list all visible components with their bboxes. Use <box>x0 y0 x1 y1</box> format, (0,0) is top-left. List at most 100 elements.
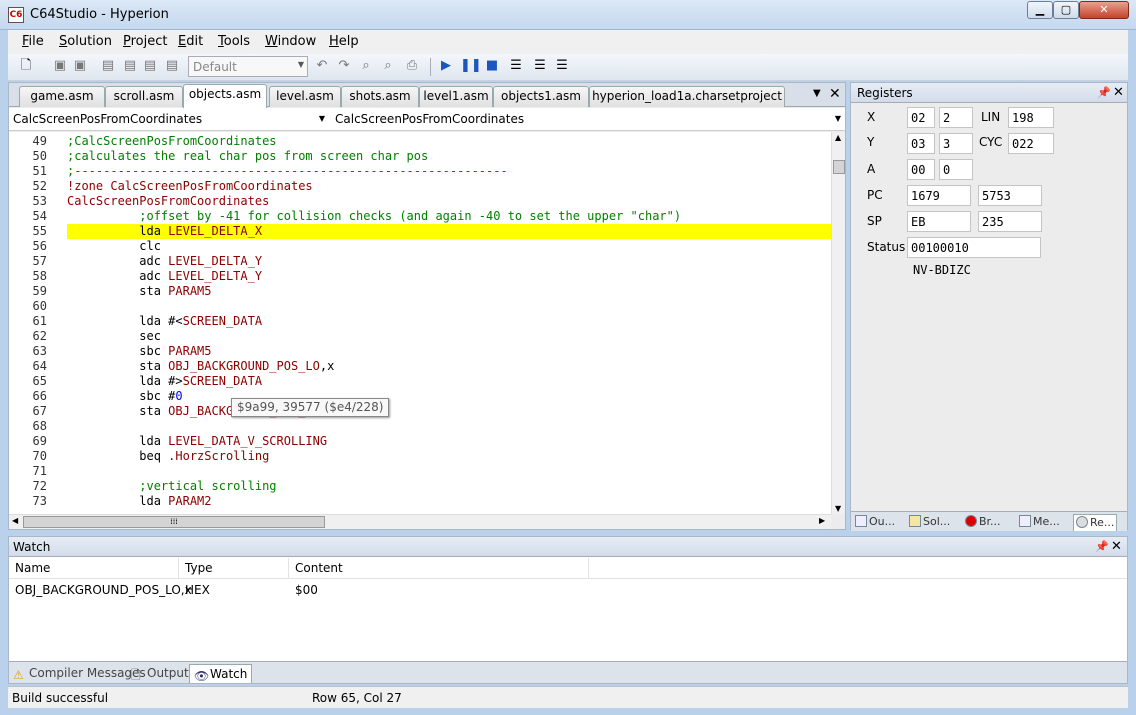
reg-a-dec[interactable]: 0 <box>939 159 973 180</box>
code-line[interactable]: 60 <box>9 299 831 314</box>
scroll-up-icon[interactable]: ▲ <box>835 133 841 142</box>
save-all-icon[interactable]: ▣ <box>72 58 88 74</box>
column-content[interactable]: Content <box>289 558 589 579</box>
code-line[interactable]: 54 ;offset by -41 for collision checks (… <box>9 209 831 224</box>
reg-cyc[interactable]: 022 <box>1008 133 1054 154</box>
tab-charsetproject[interactable]: hyperion_load1a.charsetproject <box>589 86 785 107</box>
close-tab-icon[interactable]: ✕ <box>829 86 841 102</box>
undo-icon[interactable]: ↶ <box>314 58 330 74</box>
code-line-current[interactable]: 55 lda LEVEL_DELTA_X <box>9 224 831 239</box>
tab-solution[interactable]: Sol... <box>907 514 952 531</box>
run-icon[interactable]: ▤ <box>164 58 180 74</box>
close-window-button[interactable]: ✕ <box>1079 1 1129 19</box>
zone-dropdown[interactable]: CalcScreenPosFromCoordinates ▼ <box>9 110 329 129</box>
code-line[interactable]: 63 sbc PARAM5 <box>9 344 831 359</box>
tab-level-asm[interactable]: level.asm <box>269 86 341 107</box>
tab-outline[interactable]: Ou... <box>853 514 897 531</box>
reg-pc-dec[interactable]: 5753 <box>978 185 1042 206</box>
code-line[interactable]: 69 lda LEVEL_DATA_V_SCROLLING <box>9 434 831 449</box>
tab-shots-asm[interactable]: shots.asm <box>341 86 419 107</box>
code-line[interactable]: 64 sta OBJ_BACKGROUND_POS_LO,x <box>9 359 831 374</box>
code-line[interactable]: 67 sta OBJ_BACKGROUND_POS_HI,x <box>9 404 831 419</box>
menu-solution[interactable]: Solution <box>59 34 112 49</box>
tab-output[interactable]: 🗋 Output <box>127 664 193 683</box>
horizontal-scrollbar[interactable]: ◀ ⁞⁞⁞ ▶ <box>9 514 831 529</box>
minimize-button[interactable]: ▁ <box>1027 1 1053 19</box>
pin-icon[interactable]: 📌 <box>1095 540 1109 553</box>
code-line[interactable]: 70 beq .HorzScrolling <box>9 449 831 464</box>
step-out-icon[interactable]: ☰ <box>554 58 570 74</box>
vertical-scroll-thumb[interactable] <box>833 160 845 174</box>
reg-a-hex[interactable]: 00 <box>907 159 935 180</box>
new-file-icon[interactable]: 🗋 <box>18 58 34 74</box>
code-line[interactable]: 51 ;-------------------------------------… <box>9 164 831 179</box>
reg-lin[interactable]: 198 <box>1008 107 1054 128</box>
configuration-dropdown[interactable]: Default ▼ <box>188 56 308 77</box>
close-panel-icon[interactable]: ✕ <box>1113 85 1124 100</box>
rebuild-icon[interactable]: ▤ <box>142 58 158 74</box>
code-line[interactable]: 57 adc LEVEL_DELTA_Y <box>9 254 831 269</box>
tab-registers[interactable]: Re... <box>1073 514 1118 531</box>
step-into-icon[interactable]: ☰ <box>508 58 524 74</box>
tab-breakpoints[interactable]: Br... <box>963 514 1003 531</box>
scroll-right-icon[interactable]: ▶ <box>819 516 825 525</box>
pause-icon[interactable]: ❚❚ <box>460 58 482 74</box>
tab-level1-asm[interactable]: level1.asm <box>419 86 493 107</box>
column-name[interactable]: Name <box>9 558 179 579</box>
compile-icon[interactable]: ▤ <box>122 58 138 74</box>
tab-memory[interactable]: Me... <box>1017 514 1062 531</box>
close-panel-icon[interactable]: ✕ <box>1111 539 1122 554</box>
reg-pc-hex[interactable]: 1679 <box>907 185 971 206</box>
tab-scroll-asm[interactable]: scroll.asm <box>105 86 183 107</box>
menu-edit[interactable]: Edit <box>178 34 203 49</box>
find-icon[interactable]: ⌕ <box>358 58 374 74</box>
redo-icon[interactable]: ↷ <box>336 58 352 74</box>
maximize-button[interactable]: ▢ <box>1053 1 1079 19</box>
menu-file[interactable]: File <box>22 34 44 49</box>
code-line[interactable]: 68 <box>9 419 831 434</box>
reg-sp-dec[interactable]: 235 <box>978 211 1042 232</box>
tab-watch[interactable]: 👁Watch <box>189 664 253 683</box>
tab-game-asm[interactable]: game.asm <box>19 86 105 107</box>
reg-x-dec[interactable]: 2 <box>939 107 973 128</box>
code-line[interactable]: 59 sta PARAM5 <box>9 284 831 299</box>
print-icon[interactable]: ⎙ <box>404 58 420 74</box>
code-line[interactable]: 56 clc <box>9 239 831 254</box>
menu-tools[interactable]: Tools <box>218 34 250 49</box>
code-line[interactable]: 73 lda PARAM2 <box>9 494 831 509</box>
code-line[interactable]: 50 ;calculates the real char pos from scr… <box>9 149 831 164</box>
code-line[interactable]: 66 sbc #0 <box>9 389 831 404</box>
reg-sp-hex[interactable]: EB <box>907 211 971 232</box>
vertical-scrollbar[interactable]: ▲ ▼ <box>831 132 845 514</box>
reg-y-dec[interactable]: 3 <box>939 133 973 154</box>
code-line[interactable]: 72 ;vertical scrolling <box>9 479 831 494</box>
tab-objects1-asm[interactable]: objects1.asm <box>493 86 589 107</box>
column-type[interactable]: Type <box>179 558 289 579</box>
code-line[interactable]: 71 <box>9 464 831 479</box>
scroll-down-icon[interactable]: ▼ <box>835 504 841 513</box>
code-line[interactable]: 61 lda #<SCREEN_DATA <box>9 314 831 329</box>
code-line[interactable]: 65 lda #>SCREEN_DATA <box>9 374 831 389</box>
save-icon[interactable]: ▣ <box>52 58 68 74</box>
reg-status[interactable]: 00100010 <box>907 237 1041 258</box>
stop-icon[interactable]: ■ <box>484 58 500 74</box>
label-dropdown[interactable]: CalcScreenPosFromCoordinates ▼ <box>331 110 845 129</box>
menu-window[interactable]: Window <box>265 34 316 49</box>
tab-objects-asm[interactable]: objects.asm <box>183 84 267 108</box>
code-line[interactable]: 53 CalcScreenPosFromCoordinates <box>9 194 831 209</box>
find-replace-icon[interactable]: ⌕ <box>380 58 396 74</box>
step-over-icon[interactable]: ☰ <box>532 58 548 74</box>
code-editor[interactable]: 49 ;CalcScreenPosFromCoordinates 50 ;calcul… <box>9 132 845 514</box>
tab-list-icon[interactable]: ▼ <box>813 88 821 99</box>
reg-x-hex[interactable]: 02 <box>907 107 935 128</box>
scroll-left-icon[interactable]: ◀ <box>12 516 18 525</box>
reg-y-hex[interactable]: 03 <box>907 133 935 154</box>
build-icon[interactable]: ▤ <box>100 58 116 74</box>
menu-project[interactable]: Project <box>123 34 168 49</box>
code-line[interactable]: 58 adc LEVEL_DELTA_Y <box>9 269 831 284</box>
debug-run-icon[interactable]: ▶ <box>438 58 454 74</box>
code-line[interactable]: 52 !zone CalcScreenPosFromCoordinates <box>9 179 831 194</box>
code-line[interactable]: 49 ;CalcScreenPosFromCoordinates <box>9 134 831 149</box>
pin-icon[interactable]: 📌 <box>1097 86 1111 99</box>
menu-help[interactable]: Help <box>329 34 359 49</box>
